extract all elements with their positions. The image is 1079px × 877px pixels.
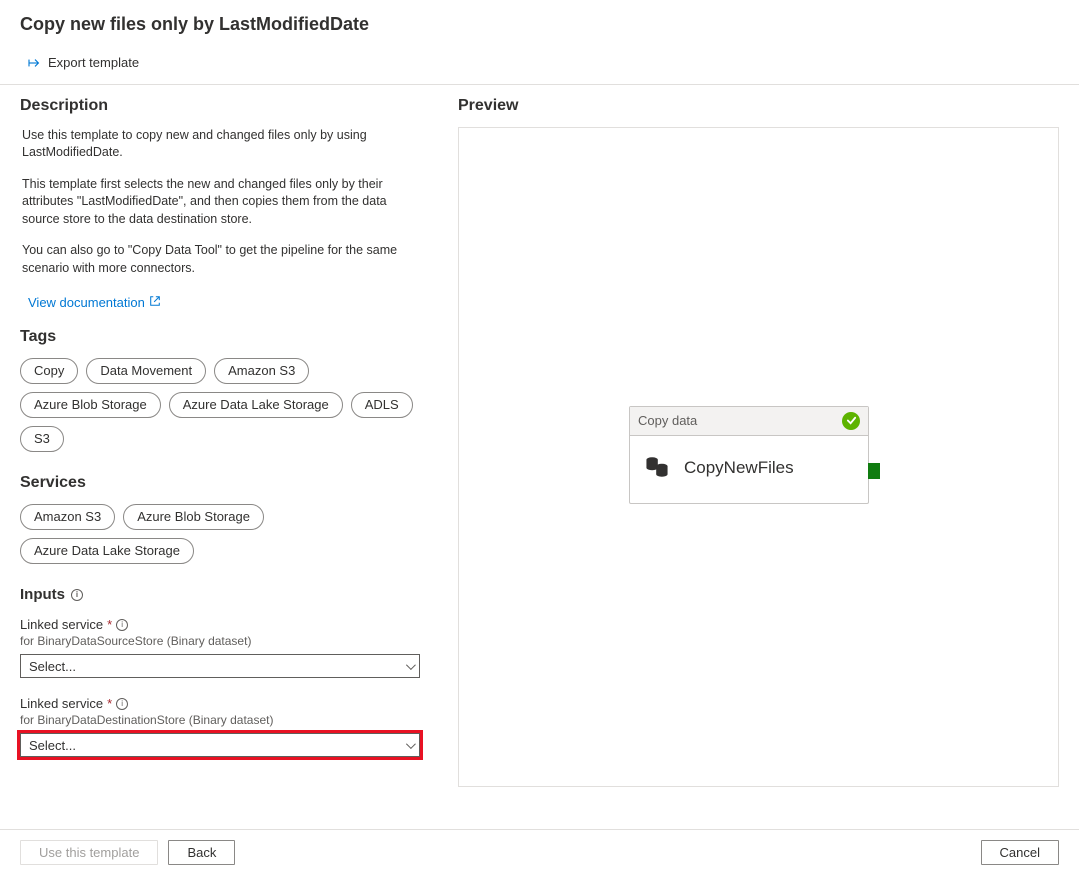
page-title: Copy new files only by LastModifiedDate <box>20 14 1059 35</box>
label-text: Linked service <box>20 617 103 632</box>
info-icon[interactable]: i <box>116 698 128 710</box>
linked-service-source-select[interactable]: Select... <box>20 654 420 678</box>
toolbar-row: Export template <box>0 49 1079 85</box>
tag-pill: Azure Data Lake Storage <box>169 392 343 418</box>
main-area: Description Use this template to copy ne… <box>0 85 1079 830</box>
cancel-button[interactable]: Cancel <box>981 840 1059 865</box>
back-button[interactable]: Back <box>168 840 235 865</box>
label-text: Linked service <box>20 696 103 711</box>
chevron-down-icon <box>406 739 416 749</box>
connector-handle[interactable] <box>868 463 880 479</box>
activity-type-label: Copy data <box>638 413 697 428</box>
services-heading: Services <box>20 474 430 492</box>
footer: Use this template Back Cancel <box>0 829 1079 877</box>
tag-pill: Azure Blob Storage <box>20 392 161 418</box>
right-column: Preview Copy data <box>458 97 1059 830</box>
description-paragraph: Use this template to copy new and change… <box>22 127 412 162</box>
export-icon <box>28 57 42 69</box>
tag-pill: ADLS <box>351 392 413 418</box>
select-placeholder: Select... <box>29 738 76 753</box>
activity-body: CopyNewFiles <box>630 436 868 503</box>
external-link-icon <box>149 295 161 310</box>
description-block: Use this template to copy new and change… <box>20 127 430 278</box>
services-row: Amazon S3 Azure Blob Storage Azure Data … <box>20 504 430 564</box>
preview-heading: Preview <box>458 97 1059 115</box>
activity-header: Copy data <box>630 407 868 436</box>
description-heading: Description <box>20 97 430 115</box>
linked-service-label: Linked service * i <box>20 696 430 711</box>
info-icon[interactable]: i <box>71 589 83 601</box>
tag-pill: Copy <box>20 358 78 384</box>
view-documentation-link[interactable]: View documentation <box>28 295 161 310</box>
select-placeholder: Select... <box>29 659 76 674</box>
tags-row: Copy Data Movement Amazon S3 Azure Blob … <box>20 358 430 452</box>
footer-left: Use this template Back <box>20 840 235 865</box>
linked-service-sublabel: for BinaryDataDestinationStore (Binary d… <box>20 713 430 727</box>
export-template-link[interactable]: Export template <box>28 55 139 70</box>
tag-pill: Data Movement <box>86 358 206 384</box>
success-check-icon <box>842 412 860 430</box>
linked-service-sublabel: for BinaryDataSourceStore (Binary datase… <box>20 634 430 648</box>
use-this-template-button: Use this template <box>20 840 158 865</box>
tags-heading: Tags <box>20 328 430 346</box>
description-paragraph: This template first selects the new and … <box>22 176 412 229</box>
service-pill: Azure Blob Storage <box>123 504 264 530</box>
chevron-down-icon <box>406 660 416 670</box>
preview-canvas[interactable]: Copy data CopyNewFiles <box>458 127 1059 787</box>
info-icon[interactable]: i <box>116 619 128 631</box>
inputs-heading-label: Inputs <box>20 586 65 603</box>
description-paragraph: You can also go to "Copy Data Tool" to g… <box>22 242 412 277</box>
page-header: Copy new files only by LastModifiedDate <box>0 0 1079 49</box>
tag-pill: Amazon S3 <box>214 358 309 384</box>
required-asterisk: * <box>107 617 112 632</box>
service-pill: Azure Data Lake Storage <box>20 538 194 564</box>
linked-service-label: Linked service * i <box>20 617 430 632</box>
service-pill: Amazon S3 <box>20 504 115 530</box>
input-group-destination: Linked service * i for BinaryDataDestina… <box>20 696 430 757</box>
database-icon <box>644 454 670 483</box>
export-template-label: Export template <box>48 55 139 70</box>
required-asterisk: * <box>107 696 112 711</box>
view-documentation-label: View documentation <box>28 295 145 310</box>
activity-name-label: CopyNewFiles <box>684 458 794 478</box>
linked-service-destination-select[interactable]: Select... <box>20 733 420 757</box>
inputs-heading: Inputs i <box>20 586 83 603</box>
left-column: Description Use this template to copy ne… <box>20 97 430 830</box>
tag-pill: S3 <box>20 426 64 452</box>
activity-card[interactable]: Copy data CopyNewFiles <box>629 406 869 504</box>
input-group-source: Linked service * i for BinaryDataSourceS… <box>20 617 430 678</box>
